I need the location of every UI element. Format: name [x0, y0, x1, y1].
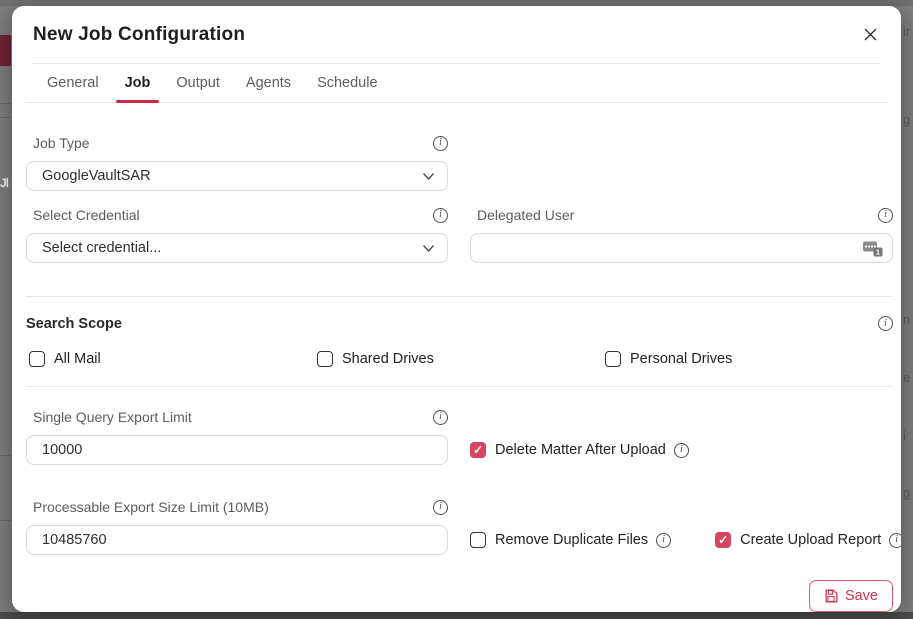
checkbox-delete-matter-after-upload[interactable]: Delete Matter After Upload [470, 442, 689, 458]
checkbox-remove-duplicate-files[interactable]: Remove Duplicate Files [470, 532, 671, 548]
close-icon [863, 27, 878, 42]
backdrop-line [0, 455, 11, 456]
select-credential-value: Select credential... [42, 240, 422, 256]
backdrop-line [0, 520, 11, 521]
checkbox-label: Create Upload Report [740, 532, 881, 548]
tab-general[interactable]: General [38, 64, 108, 102]
checkbox-label: Remove Duplicate Files [495, 532, 648, 548]
screen: Jl ir g n e i g New Job Configuration Ge… [0, 0, 913, 619]
backdrop-text-fragment: Jl [0, 176, 11, 190]
save-button[interactable]: Save [809, 580, 893, 612]
keypad-picker-icon[interactable]: 1 [862, 239, 884, 258]
chevron-down-icon [422, 244, 435, 253]
job-type-label: Job Type [33, 135, 90, 151]
checkbox-create-upload-report[interactable]: Create Upload Report [715, 532, 901, 548]
processable-export-size-limit-input[interactable] [42, 526, 435, 554]
checkbox-label: All Mail [54, 351, 101, 367]
checkbox-checked-icon [470, 442, 486, 458]
save-button-label: Save [845, 588, 878, 604]
single-query-export-limit-input[interactable] [42, 436, 435, 464]
delegated-user-group: Delegated User 1 [470, 207, 893, 263]
dialog-tabs: General Job Output Agents Schedule [26, 64, 887, 103]
dialog-title: New Job Configuration [33, 24, 245, 46]
search-scope-header: Search Scope [26, 315, 893, 332]
checkbox-label: Shared Drives [342, 351, 434, 367]
backdrop-text-fragment: ir [903, 24, 913, 39]
remove-duplicates-info-icon[interactable] [656, 533, 671, 548]
job-type-info-icon[interactable] [433, 136, 448, 151]
checkbox-label: Delete Matter After Upload [495, 442, 666, 458]
job-type-group: Job Type GoogleVaultSAR [26, 135, 448, 191]
backdrop-line [0, 117, 11, 118]
checkbox-checked-icon [715, 532, 731, 548]
backdrop-bottom-strip [0, 612, 913, 619]
tab-agents[interactable]: Agents [237, 64, 300, 102]
tab-schedule[interactable]: Schedule [308, 64, 386, 102]
delegated-user-info-icon[interactable] [878, 208, 893, 223]
job-type-value: GoogleVaultSAR [42, 168, 422, 184]
backdrop-text-fragment: g [903, 112, 913, 127]
chevron-down-icon [422, 172, 435, 181]
single-query-export-limit-field [26, 435, 448, 465]
backdrop-line [0, 103, 11, 104]
single-query-export-limit-group: Single Query Export Limit [26, 409, 448, 465]
tab-job[interactable]: Job [116, 64, 160, 102]
select-credential-info-icon[interactable] [433, 208, 448, 223]
save-icon [824, 589, 838, 603]
processable-export-size-limit-group: Processable Export Size Limit (10MB) [26, 499, 448, 555]
processable-export-size-limit-info-icon[interactable] [433, 500, 448, 515]
delegated-user-input[interactable] [486, 234, 862, 262]
processable-export-size-limit-field [26, 525, 448, 555]
svg-text:1: 1 [876, 247, 880, 256]
delegated-user-field: 1 [470, 233, 893, 263]
section-divider [26, 296, 893, 297]
select-credential-select[interactable]: Select credential... [26, 233, 448, 263]
delegated-user-label: Delegated User [477, 207, 574, 223]
search-scope-options: All Mail Shared Drives Personal Drives [26, 351, 893, 367]
backdrop-text-fragment: g [903, 485, 913, 500]
create-upload-report-info-icon[interactable] [889, 533, 901, 548]
backdrop-page-header-fragment [0, 35, 11, 66]
backdrop-text-fragment: e [903, 370, 913, 385]
delete-matter-info-icon[interactable] [674, 443, 689, 458]
search-scope-title: Search Scope [26, 316, 122, 332]
new-job-configuration-dialog: New Job Configuration General Job Output… [12, 6, 901, 612]
backdrop-text-fragment: i [903, 428, 913, 443]
tab-output[interactable]: Output [167, 64, 229, 102]
checkbox-label: Personal Drives [630, 351, 732, 367]
checkbox-all-mail[interactable]: All Mail [29, 351, 317, 367]
select-credential-label: Select Credential [33, 207, 140, 223]
processable-export-size-limit-label: Processable Export Size Limit (10MB) [33, 499, 269, 515]
checkbox-personal-drives[interactable]: Personal Drives [605, 351, 893, 367]
backdrop-text-fragment: n [903, 312, 913, 327]
tab-content-job: Job Type GoogleVaultSAR Selec [12, 135, 901, 612]
dialog-footer: Save [26, 580, 893, 612]
single-query-export-limit-info-icon[interactable] [433, 410, 448, 425]
checkbox-icon [605, 351, 621, 367]
section-divider [26, 386, 893, 387]
search-scope-info-icon[interactable] [878, 316, 893, 331]
select-credential-group: Select Credential Select credential... [26, 207, 448, 263]
dialog-header: New Job Configuration [12, 6, 901, 63]
job-type-select[interactable]: GoogleVaultSAR [26, 161, 448, 191]
close-button[interactable] [861, 26, 879, 44]
checkbox-icon [29, 351, 45, 367]
checkbox-icon [470, 532, 486, 548]
single-query-export-limit-label: Single Query Export Limit [33, 409, 192, 425]
checkbox-icon [317, 351, 333, 367]
checkbox-shared-drives[interactable]: Shared Drives [317, 351, 605, 367]
